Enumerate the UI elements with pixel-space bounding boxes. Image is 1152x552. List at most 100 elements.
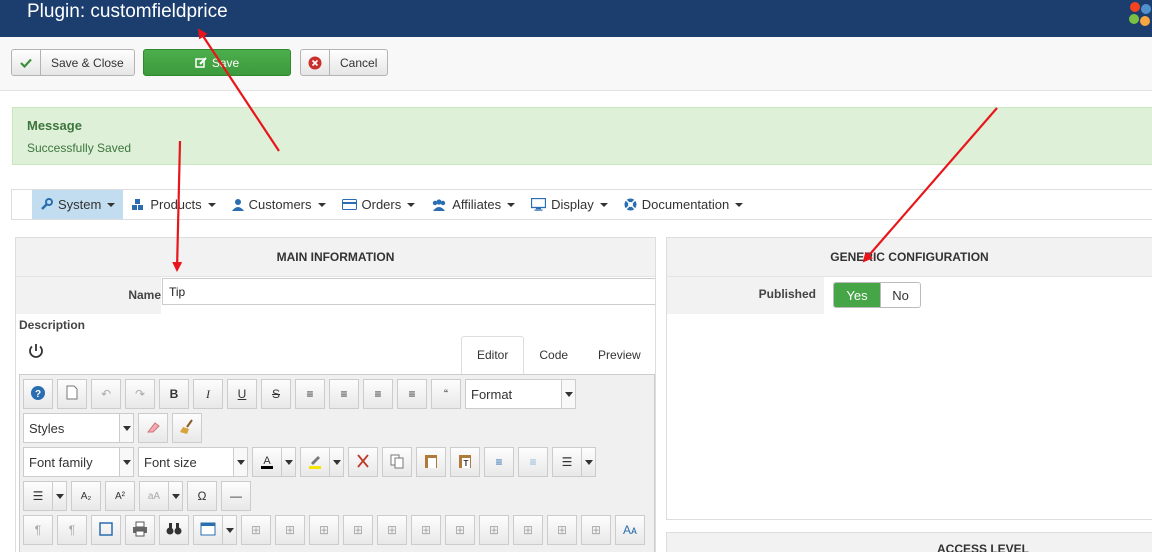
- bullet-list-button[interactable]: ☰: [23, 481, 53, 511]
- dropdown-arrow-icon: [119, 448, 133, 476]
- table-dropdown[interactable]: [223, 515, 237, 545]
- toolbar: Save & Close Save Cancel: [0, 37, 1152, 91]
- life-ring-icon: [624, 198, 637, 211]
- power-toggle-icon[interactable]: [27, 342, 45, 360]
- cell-props-button[interactable]: ⊞: [309, 515, 339, 545]
- split-cells-button[interactable]: ⊞: [547, 515, 577, 545]
- tab-editor[interactable]: Editor: [461, 336, 525, 374]
- published-yes-button[interactable]: Yes: [834, 283, 880, 307]
- numbered-list-button[interactable]: ☰: [552, 447, 582, 477]
- omega-icon: Ω: [197, 489, 207, 503]
- insert-row-after-button[interactable]: ⊞: [377, 515, 407, 545]
- edit-icon: [195, 50, 207, 75]
- save-button[interactable]: Save: [143, 49, 291, 76]
- undo-icon: ↶: [100, 387, 112, 401]
- menu-system[interactable]: System: [32, 190, 124, 219]
- rtl-icon: ¶: [68, 523, 76, 537]
- redo-button[interactable]: ↷: [125, 379, 155, 409]
- superscript-button[interactable]: A²: [105, 481, 135, 511]
- underline-button[interactable]: U: [227, 379, 257, 409]
- align-justify-icon: ≡: [306, 387, 314, 401]
- delete-col-button[interactable]: ⊞: [513, 515, 543, 545]
- insert-col-before-button[interactable]: ⊞: [445, 515, 475, 545]
- description-label: Description: [19, 318, 86, 332]
- print-button[interactable]: [125, 515, 155, 545]
- tab-preview[interactable]: Preview: [583, 336, 655, 374]
- cut-button[interactable]: [348, 447, 378, 477]
- subscript-button[interactable]: A₂: [71, 481, 101, 511]
- tab-code[interactable]: Code: [524, 336, 583, 374]
- binoculars-icon: [166, 522, 182, 539]
- bullet-list-dropdown[interactable]: [53, 481, 67, 511]
- menu-display[interactable]: Display: [523, 190, 616, 219]
- cancel-button[interactable]: Cancel: [300, 49, 389, 76]
- font-style-button[interactable]: Aᴀ: [615, 515, 645, 545]
- new-document-button[interactable]: [57, 379, 87, 409]
- rtl-button[interactable]: ¶: [57, 515, 87, 545]
- paste-text-button[interactable]: T: [450, 447, 480, 477]
- insert-col-after-button[interactable]: ⊞: [479, 515, 509, 545]
- delete-table-button[interactable]: ⊞: [241, 515, 271, 545]
- paste-button[interactable]: [416, 447, 446, 477]
- search-button[interactable]: [159, 515, 189, 545]
- redo-icon: ↷: [134, 387, 146, 401]
- indent-button[interactable]: ≡: [484, 447, 514, 477]
- italic-button[interactable]: I: [193, 379, 223, 409]
- ltr-button[interactable]: ¶: [23, 515, 53, 545]
- menu-affiliates[interactable]: Affiliates: [423, 190, 523, 219]
- bold-button[interactable]: B: [159, 379, 189, 409]
- delete-row-button[interactable]: ⊞: [411, 515, 441, 545]
- bullet-list-icon: ☰: [32, 489, 44, 503]
- insert-row-icon: ⊞: [386, 523, 398, 537]
- dropdown-arrow-icon: [332, 459, 341, 465]
- special-character-button[interactable]: Ω: [187, 481, 217, 511]
- undo-button[interactable]: ↶: [91, 379, 121, 409]
- font-size-select[interactable]: Font size: [138, 447, 248, 477]
- menu-customers[interactable]: Customers: [224, 190, 334, 219]
- message-heading: Message: [27, 118, 82, 133]
- delete-table-icon: ⊞: [250, 523, 262, 537]
- highlight-color-button[interactable]: [300, 447, 330, 477]
- published-toggle: Yes No: [833, 282, 921, 308]
- align-right-button[interactable]: ≡: [397, 379, 427, 409]
- format-select[interactable]: Format: [465, 379, 576, 409]
- delete-col-icon: ⊞: [522, 523, 534, 537]
- numbered-list-dropdown[interactable]: [582, 447, 596, 477]
- insert-row-before-button[interactable]: ⊞: [343, 515, 373, 545]
- save-close-button[interactable]: Save & Close: [11, 49, 135, 76]
- change-case-button[interactable]: aA: [139, 481, 169, 511]
- text-color-dropdown[interactable]: [282, 447, 296, 477]
- text-color-button[interactable]: A: [252, 447, 282, 477]
- success-message: Message Successfully Saved: [12, 107, 1152, 165]
- dropdown-arrow-icon: [119, 414, 133, 442]
- copy-button[interactable]: [382, 447, 412, 477]
- name-input[interactable]: [162, 278, 655, 305]
- font-family-select[interactable]: Font family: [23, 447, 134, 477]
- row-props-button[interactable]: ⊞: [275, 515, 305, 545]
- generic-configuration-panel: GENERIC CONFIGURATION Published Yes No: [666, 237, 1152, 520]
- remove-format-button[interactable]: [138, 413, 168, 443]
- menu-documentation[interactable]: Documentation: [616, 190, 751, 219]
- horizontal-rule-button[interactable]: —: [221, 481, 251, 511]
- highlight-color-dropdown[interactable]: [330, 447, 344, 477]
- justify-button[interactable]: ≡: [295, 379, 325, 409]
- outdent-button[interactable]: ≡: [518, 447, 548, 477]
- styles-select[interactable]: Styles: [23, 413, 134, 443]
- clean-up-button[interactable]: [172, 413, 202, 443]
- help-button[interactable]: ?: [23, 379, 53, 409]
- svg-text:T: T: [464, 459, 469, 468]
- published-no-button[interactable]: No: [880, 283, 920, 307]
- table-button[interactable]: [193, 515, 223, 545]
- menu-orders[interactable]: Orders: [334, 190, 424, 219]
- change-case-dropdown[interactable]: [169, 481, 183, 511]
- italic-icon: I: [206, 386, 210, 401]
- strikethrough-button[interactable]: S: [261, 379, 291, 409]
- merge-cells-button[interactable]: ⊞: [581, 515, 611, 545]
- main-information-panel: MAIN INFORMATION Name Description Editor…: [15, 237, 656, 552]
- menu-products[interactable]: Products: [123, 190, 223, 219]
- align-center-button[interactable]: ≡: [329, 379, 359, 409]
- fullscreen-button[interactable]: [91, 515, 121, 545]
- blockquote-button[interactable]: “: [431, 379, 461, 409]
- align-left-button[interactable]: ≡: [363, 379, 393, 409]
- align-left-icon: ≡: [374, 387, 382, 401]
